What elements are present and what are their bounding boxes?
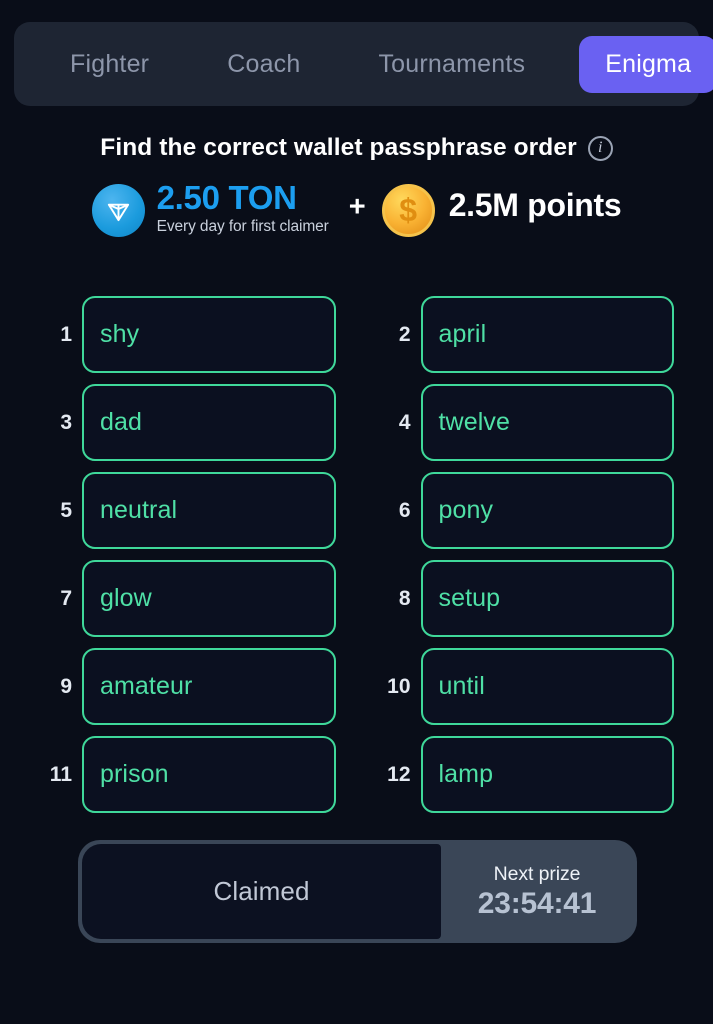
tab-fighter-label: Fighter [70, 49, 150, 78]
word-slot[interactable]: glow [82, 560, 336, 637]
prize-banner: 2.50 TON Every day for first claimer + $… [0, 179, 713, 237]
word-index: 6 [398, 498, 411, 522]
word-slot[interactable]: until [420, 648, 674, 725]
dollar-sign-glyph: $ [399, 191, 418, 228]
passphrase-cell: 4 twelve [381, 384, 674, 461]
ton-prize-block: 2.50 TON Every day for first claimer [156, 179, 329, 236]
word-index: 3 [60, 410, 72, 434]
passphrase-cell: 11 prison [42, 736, 336, 813]
passphrase-cell: 5 neutral [42, 472, 336, 549]
points-amount: 2.5M points [448, 187, 622, 223]
word-slot[interactable]: neutral [82, 472, 336, 549]
word-text: setup [438, 584, 501, 612]
passphrase-cell: 9 amateur [42, 648, 336, 725]
word-text: april [438, 320, 487, 348]
passphrase-cell: 2 april [381, 296, 674, 373]
tab-coach-label: Coach [227, 49, 301, 78]
word-index: 10 [387, 674, 411, 698]
tab-enigma[interactable]: Enigma [579, 35, 713, 93]
info-circle-icon[interactable]: i [587, 135, 613, 161]
passphrase-cell: 1 shy [42, 296, 336, 373]
passphrase-grid: 1 shy 2 april 3 dad 4 twelve 5 neutral 6… [42, 296, 674, 813]
word-text: shy [100, 320, 140, 348]
word-text: glow [100, 584, 152, 612]
next-prize-timer: Next prize 23:54:41 [441, 844, 633, 939]
claim-bar: Claimed Next prize 23:54:41 [78, 840, 637, 943]
word-index: 11 [49, 762, 72, 786]
claim-button[interactable]: Claimed [82, 844, 441, 939]
passphrase-cell: 10 until [381, 648, 674, 725]
passphrase-cell: 3 dad [42, 384, 336, 461]
word-slot[interactable]: april [420, 296, 674, 373]
word-index: 1 [60, 322, 72, 346]
passphrase-cell: 7 glow [42, 560, 336, 637]
ton-subtitle: Every day for first claimer [156, 217, 329, 235]
word-text: dad [100, 408, 143, 436]
word-slot[interactable]: setup [420, 560, 674, 637]
word-index: 2 [398, 322, 411, 346]
word-text: prison [100, 760, 169, 788]
word-slot[interactable]: pony [420, 472, 674, 549]
word-index: 5 [60, 498, 72, 522]
word-index: 12 [387, 762, 411, 786]
passphrase-cell: 8 setup [381, 560, 674, 637]
claim-button-label: Claimed [213, 876, 310, 906]
word-index: 4 [398, 410, 411, 434]
ton-amount: 2.50 TON [156, 179, 297, 216]
prize-separator: + [348, 191, 366, 223]
word-slot[interactable]: twelve [420, 384, 674, 461]
app-screen: Fighter Coach Tournaments Enigma Find th… [0, 0, 713, 1024]
page-title: Find the correct wallet passphrase order… [0, 134, 713, 162]
word-slot[interactable]: shy [82, 296, 336, 373]
word-text: pony [438, 496, 494, 524]
word-slot[interactable]: prison [82, 736, 336, 813]
tab-fighter[interactable]: Fighter [48, 36, 171, 93]
word-text: until [438, 672, 485, 700]
passphrase-cell: 12 lamp [381, 736, 674, 813]
word-text: neutral [100, 496, 178, 524]
word-slot[interactable]: lamp [420, 736, 674, 813]
countdown-value: 23:54:41 [477, 886, 597, 920]
ton-coin-icon [91, 184, 145, 237]
passphrase-cell: 6 pony [381, 472, 674, 549]
tab-coach[interactable]: Coach [205, 36, 322, 93]
tab-enigma-label: Enigma [605, 49, 692, 78]
word-text: twelve [438, 408, 510, 436]
tab-bar: Fighter Coach Tournaments Enigma [14, 22, 713, 106]
word-text: lamp [438, 760, 494, 788]
word-text: amateur [100, 672, 193, 700]
tab-tournaments[interactable]: Tournaments [356, 36, 547, 93]
word-index: 8 [398, 586, 411, 610]
tab-tournaments-label: Tournaments [378, 49, 526, 78]
word-slot[interactable]: amateur [82, 648, 336, 725]
gold-coin-icon: $ [381, 184, 435, 237]
page-title-text: Find the correct wallet passphrase order [100, 134, 577, 161]
word-index: 7 [60, 586, 72, 610]
next-prize-label: Next prize [493, 862, 581, 885]
word-slot[interactable]: dad [82, 384, 336, 461]
word-index: 9 [60, 674, 72, 698]
